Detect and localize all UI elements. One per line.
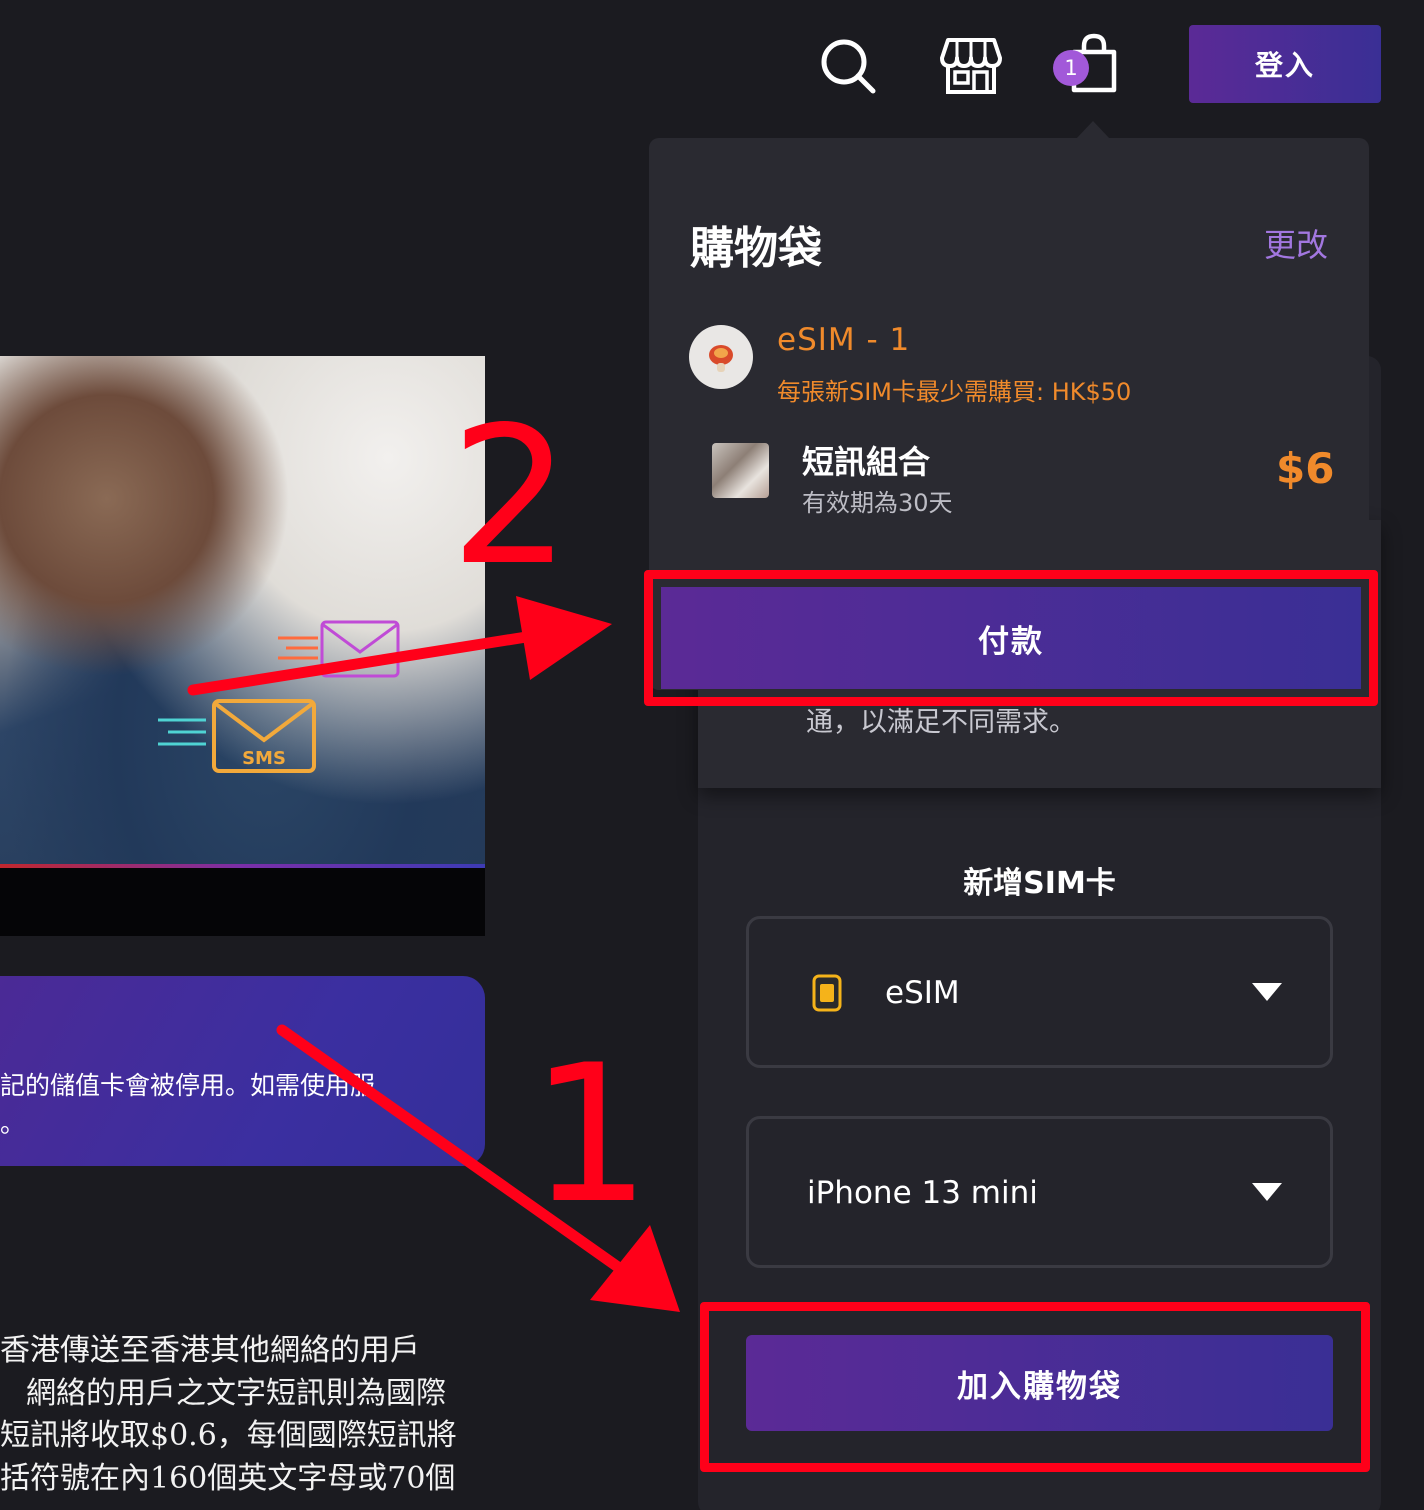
annotation-arrows (187, 596, 680, 1312)
